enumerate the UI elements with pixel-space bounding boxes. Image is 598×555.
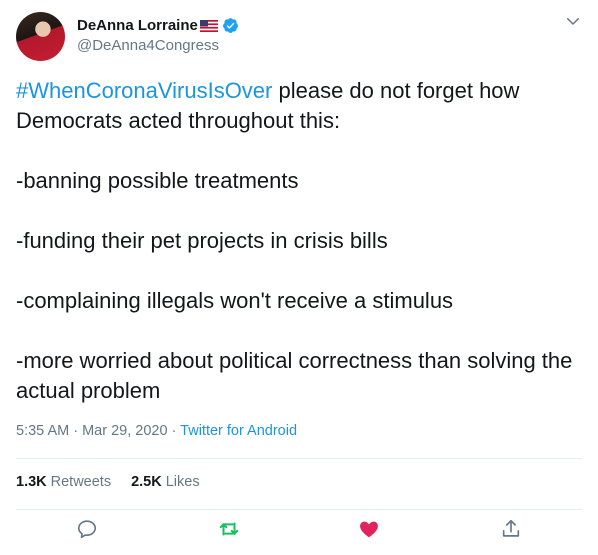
share-icon[interactable] <box>500 518 522 540</box>
avatar[interactable] <box>16 12 65 61</box>
tweet-text: #WhenCoronaVirusIsOver please do not for… <box>16 76 582 406</box>
hashtag-link[interactable]: #WhenCoronaVirusIsOver <box>16 78 272 103</box>
meta-separator: · <box>69 423 83 439</box>
tweet-header: DeAnna Lorraine @DeAnna4Congress <box>16 12 582 62</box>
likes-count: 2.5K <box>131 474 162 490</box>
tweet-time[interactable]: 5:35 AM <box>16 423 69 439</box>
like-icon[interactable] <box>358 518 380 540</box>
divider <box>16 509 582 510</box>
retweets-label: Retweets <box>50 474 112 490</box>
author-info: DeAnna Lorraine @DeAnna4Congress <box>77 15 239 54</box>
chevron-down-icon[interactable] <box>564 12 582 30</box>
retweet-icon[interactable] <box>218 518 240 540</box>
tweet-meta: 5:35 AM · Mar 29, 2020 · Twitter for And… <box>16 423 297 439</box>
likes-stat[interactable]: 2.5K Likes <box>131 474 200 490</box>
us-flag-icon <box>199 19 218 32</box>
verified-badge-icon <box>222 17 239 34</box>
tweet-body: please do not forget how Democrats acted… <box>16 78 573 403</box>
retweets-count: 1.3K <box>16 474 47 490</box>
tweet-date[interactable]: Mar 29, 2020 <box>82 423 167 439</box>
tweet-source[interactable]: Twitter for Android <box>180 423 297 439</box>
reply-icon[interactable] <box>76 518 98 540</box>
tweet-stats: 1.3K Retweets 2.5K Likes <box>16 474 200 490</box>
likes-label: Likes <box>165 474 200 490</box>
display-name[interactable]: DeAnna Lorraine <box>77 17 198 34</box>
retweets-stat[interactable]: 1.3K Retweets <box>16 474 111 490</box>
meta-separator: · <box>167 423 181 439</box>
handle[interactable]: @DeAnna4Congress <box>77 37 239 54</box>
divider <box>16 458 582 459</box>
action-bar <box>0 518 598 548</box>
